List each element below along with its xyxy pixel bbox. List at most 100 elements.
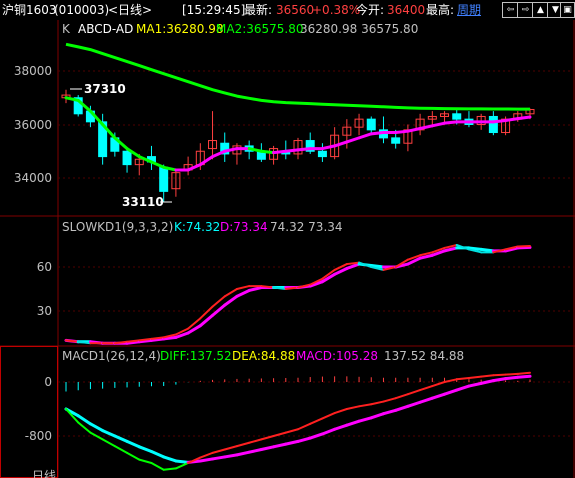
macd-diff-segment bbox=[431, 381, 446, 388]
chart-area[interactable]: K ABCD-AD MA1:36280.98 MA2:36575.80 3628… bbox=[0, 20, 575, 478]
macd-diff-segment bbox=[199, 451, 214, 459]
macd-dea-segment bbox=[211, 455, 227, 461]
ma1-segment bbox=[394, 129, 410, 135]
ma1-segment bbox=[406, 127, 422, 133]
macd-diff-segment bbox=[150, 462, 165, 471]
macd-dea-segment bbox=[174, 459, 190, 464]
kd-d-segment bbox=[247, 286, 263, 292]
macd-diff-segment bbox=[309, 417, 324, 425]
macd-diff-segment bbox=[321, 412, 336, 420]
ma1-segment bbox=[504, 117, 520, 122]
macd-diff-segment bbox=[455, 376, 470, 381]
macd-dea-segment bbox=[455, 384, 471, 392]
kd-title: SLOWKD1(9,3,3,2) bbox=[62, 220, 173, 234]
ma1-segment bbox=[149, 160, 166, 169]
macd-diff-segment bbox=[406, 389, 422, 396]
macd-tick-neg800: -800 bbox=[25, 429, 52, 443]
macd-diff-segment bbox=[480, 374, 495, 378]
macd-dea-segment bbox=[113, 434, 129, 443]
moving-average-lines bbox=[64, 42, 532, 172]
kd-k-readout: K:74.32 bbox=[174, 220, 220, 234]
macd-tick-0: 0 bbox=[44, 375, 52, 389]
ma1-segment bbox=[418, 124, 434, 131]
kd-tick-60: 60 bbox=[37, 260, 52, 274]
period-link[interactable]: 周期 bbox=[457, 0, 481, 20]
macd-dea-segment bbox=[101, 429, 117, 438]
symbol-name: 沪铜1603 bbox=[2, 3, 57, 17]
macd-diff-segment bbox=[126, 451, 141, 461]
macd-diff-segment bbox=[394, 393, 409, 400]
macd-dea-segment bbox=[443, 388, 459, 396]
macd-diff-segment bbox=[333, 408, 348, 415]
candle-body bbox=[122, 150, 132, 166]
macd-diff-segment bbox=[235, 441, 251, 448]
symbol-code: (010003) bbox=[54, 3, 110, 17]
kd-d-segment bbox=[479, 247, 495, 253]
ma1-segment bbox=[320, 144, 337, 151]
candle-body bbox=[452, 113, 462, 120]
macd-dea-segment bbox=[491, 377, 508, 383]
kd-d-segment bbox=[235, 288, 251, 298]
macd-diff-readout: DIFF:137.52 bbox=[160, 349, 232, 363]
ma1-segment bbox=[333, 140, 349, 148]
kd-d-segment bbox=[211, 303, 227, 317]
kd-d-segment bbox=[223, 294, 239, 307]
kd-tick-30: 30 bbox=[37, 304, 52, 318]
change-percent: +0.38% bbox=[312, 3, 361, 17]
macd-dea-segment bbox=[345, 419, 361, 427]
macd-diff-segment bbox=[370, 400, 385, 406]
macd-dea-segment bbox=[320, 427, 337, 436]
macd-dea-segment bbox=[418, 396, 434, 404]
ma1-segment bbox=[516, 115, 532, 121]
macd-dea-segment bbox=[76, 414, 92, 426]
macd-diff-segment bbox=[382, 397, 397, 403]
period-label: <日线> bbox=[108, 3, 153, 17]
macd-diff-segment bbox=[260, 435, 275, 441]
macd-dea-segment bbox=[308, 432, 324, 440]
high-marker-label: 37310 bbox=[84, 82, 126, 96]
macd-dea-segment bbox=[149, 450, 166, 459]
macd-dea-segment bbox=[357, 416, 373, 423]
macd-diff-segment bbox=[504, 372, 519, 376]
main-values: 36280.98 36575.80 bbox=[300, 22, 418, 36]
macd-dea-segment bbox=[272, 442, 288, 449]
candle-body bbox=[159, 166, 169, 192]
macd-diff-segment bbox=[345, 405, 361, 410]
macd-dea-segment bbox=[333, 423, 349, 431]
macd-title: MACD1(26,12,4) bbox=[62, 349, 161, 363]
macd-dea-segment bbox=[467, 381, 483, 388]
y-tick-38000: 38000 bbox=[14, 64, 52, 78]
ma2-readout: MA2:36575.80 bbox=[216, 22, 304, 36]
ma1-segment bbox=[259, 149, 276, 155]
macd-dea-segment bbox=[198, 457, 215, 463]
macd-diff-segment bbox=[211, 448, 226, 454]
window-button[interactable]: ▣ bbox=[560, 2, 575, 18]
kd-values: 74.32 73.34 bbox=[270, 220, 343, 234]
ma1-segment bbox=[272, 149, 288, 155]
macd-diff-segment bbox=[272, 431, 287, 437]
macd-diff-segment bbox=[358, 403, 373, 408]
macd-values: 137.52 84.88 bbox=[384, 349, 464, 363]
macd-dea-segment bbox=[430, 392, 447, 400]
macd-diff-segment bbox=[174, 462, 190, 470]
macd-dea-segment bbox=[247, 448, 263, 454]
ma1-segment bbox=[491, 118, 508, 124]
y-tick-34000: 34000 bbox=[14, 171, 52, 185]
ma1-segment bbox=[430, 121, 447, 128]
macd-diff-segment bbox=[223, 445, 238, 451]
macd-diff-segment bbox=[284, 428, 299, 434]
macd-dea-segment bbox=[125, 439, 141, 449]
macd-diff-segment bbox=[492, 373, 507, 377]
ma1-segment bbox=[443, 120, 459, 125]
low-marker-label: 33110 bbox=[122, 195, 164, 209]
ma1-readout: MA1:36280.98 bbox=[136, 22, 224, 36]
candlestick-series bbox=[61, 89, 535, 203]
macd-dea-segment bbox=[235, 450, 251, 457]
kd-d-readout: D:73.34 bbox=[220, 220, 268, 234]
ma1-segment bbox=[198, 155, 215, 167]
ma1-segment bbox=[284, 148, 300, 153]
main-title: ABCD-AD bbox=[78, 22, 133, 36]
macd-dea-segment bbox=[162, 455, 178, 463]
candle-body bbox=[366, 118, 376, 131]
macd-dea-segment bbox=[394, 404, 410, 412]
